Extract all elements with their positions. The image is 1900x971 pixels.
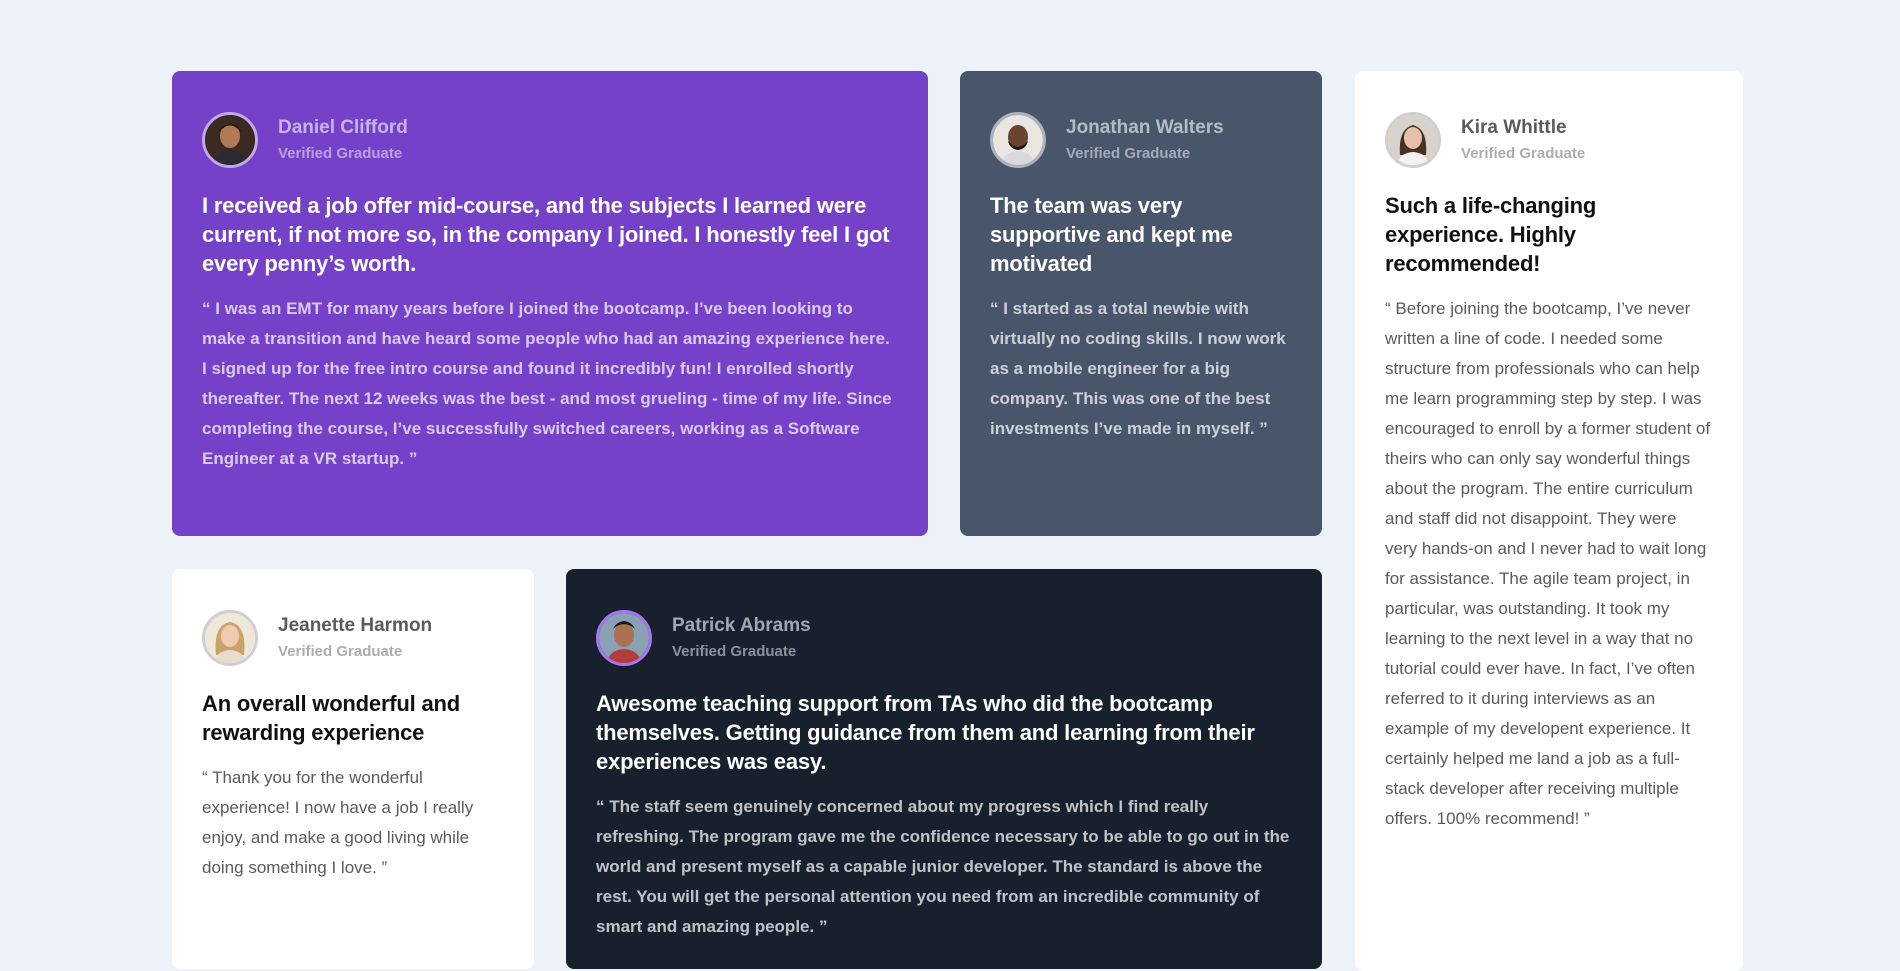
- author-name: Daniel Clifford: [278, 117, 408, 138]
- author-role: Verified Graduate: [278, 643, 403, 660]
- author-name: Kira Whittle: [1461, 117, 1567, 138]
- testimonial-title: Awesome teaching support from TAs who di…: [596, 691, 1255, 774]
- testimonial-title: I received a job offer mid-course, and t…: [202, 193, 890, 276]
- author-role: Verified Graduate: [1461, 145, 1586, 162]
- person-avatar-icon: [205, 115, 255, 165]
- author-name: Jonathan Walters: [1066, 117, 1224, 138]
- testimonial-quote: “ I started as a total newbie with virtu…: [990, 299, 1286, 438]
- author-info: Kira Whittle Verified Graduate: [1461, 116, 1585, 164]
- person-avatar-icon: [599, 613, 649, 663]
- person-avatar-icon: [1388, 115, 1438, 165]
- card-header: Jeanette Harmon Verified Graduate: [202, 609, 504, 667]
- author-role: Verified Graduate: [278, 145, 403, 162]
- author-role: Verified Graduate: [1066, 145, 1191, 162]
- testimonial-card-jonathan-walters: Jonathan Walters Verified Graduate The t…: [960, 71, 1322, 536]
- testimonial-quote: “ Before joining the bootcamp, I’ve neve…: [1385, 299, 1711, 828]
- author-info: Patrick Abrams Verified Graduate: [672, 614, 811, 662]
- card-header: Kira Whittle Verified Graduate: [1385, 111, 1713, 169]
- testimonial-card-daniel-clifford: Daniel Clifford Verified Graduate I rece…: [172, 71, 928, 536]
- testimonial-card-kira-whittle: Kira Whittle Verified Graduate Such a li…: [1355, 71, 1743, 971]
- testimonial-quote: “ The staff seem genuinely concerned abo…: [596, 797, 1290, 936]
- card-header: Jonathan Walters Verified Graduate: [990, 111, 1292, 169]
- testimonial-quote: “ I was an EMT for many years before I j…: [202, 299, 892, 468]
- person-avatar-icon: [993, 115, 1043, 165]
- testimonial-card-jeanette-harmon: Jeanette Harmon Verified Graduate An ove…: [172, 569, 534, 969]
- author-info: Jonathan Walters Verified Graduate: [1066, 116, 1224, 164]
- avatar: [202, 112, 258, 168]
- author-name: Jeanette Harmon: [278, 615, 433, 636]
- testimonial-quote: “ Thank you for the wonderful experience…: [202, 768, 474, 877]
- avatar: [596, 610, 652, 666]
- card-header: Daniel Clifford Verified Graduate: [202, 111, 898, 169]
- avatar: [1385, 112, 1441, 168]
- author-name: Patrick Abrams: [672, 615, 811, 636]
- testimonial-title: An overall wonderful and rewarding exper…: [202, 691, 461, 745]
- author-info: Jeanette Harmon Verified Graduate: [278, 614, 432, 662]
- testimonial-card-patrick-abrams: Patrick Abrams Verified Graduate Awesome…: [566, 569, 1322, 969]
- author-role: Verified Graduate: [672, 643, 797, 660]
- author-info: Daniel Clifford Verified Graduate: [278, 116, 408, 164]
- testimonial-title: The team was very supportive and kept me…: [990, 193, 1233, 276]
- testimonial-title: Such a life-changing experience. Highly …: [1385, 193, 1597, 276]
- person-avatar-icon: [205, 613, 255, 663]
- avatar: [990, 112, 1046, 168]
- avatar: [202, 610, 258, 666]
- card-header: Patrick Abrams Verified Graduate: [596, 609, 1292, 667]
